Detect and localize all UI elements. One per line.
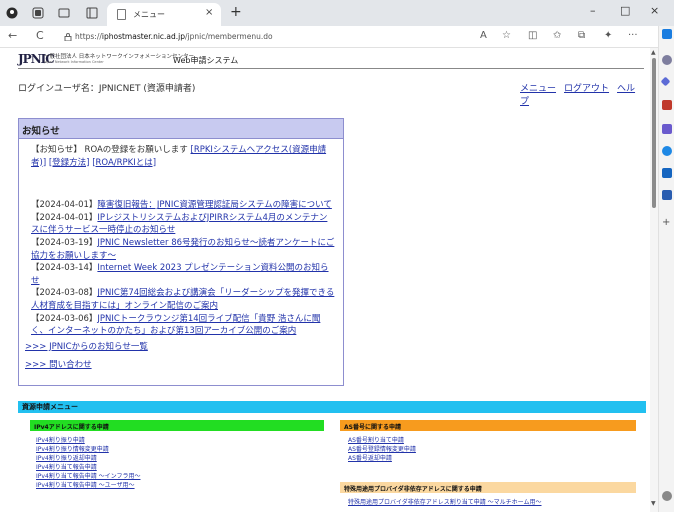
news-list-link[interactable]: >>> JPNICからのお知らせ一覧 — [25, 342, 148, 352]
tab-actions-icon[interactable] — [58, 7, 70, 19]
collections-icon[interactable]: ⧉ — [578, 30, 585, 41]
minimize-button[interactable]: – — [590, 4, 596, 17]
as-link-list: AS番号割り当て申請 AS番号登録情報変更申請 AS番号返却申請 — [348, 436, 416, 463]
news-body: 【お知らせ】 ROAの登録をお願いします [RPKIシステムへアクセス(資源申請… — [19, 139, 343, 372]
scroll-thumb[interactable] — [652, 58, 656, 208]
extensions-icon[interactable]: ✦ — [604, 30, 612, 41]
favorites-icon[interactable]: ✩ — [553, 30, 561, 41]
ipv4-user-report-link[interactable]: IPv4割り当て報告申請 ～ユーザ用～ — [36, 481, 140, 490]
news-box: お知らせ 【お知らせ】 ROAの登録をお願いします [RPKIシステムへアクセス… — [18, 118, 344, 386]
news-title: お知らせ — [19, 119, 343, 139]
org-name: 一般社団法人 日本ネットワークインフォメーションセンター — [44, 54, 194, 60]
scroll-up-icon[interactable]: ▲ — [651, 49, 656, 56]
ipv4-section-title: IPv4アドレスに関する申請 — [30, 420, 324, 431]
inquiry-link-row: >>> 問い合わせ — [25, 359, 335, 372]
as-section-title: AS番号に関する申請 — [340, 420, 636, 431]
scroll-down-icon[interactable]: ▼ — [651, 500, 656, 507]
special-section-title: 特殊用途用プロバイダ非依存アドレスに関する申請 — [340, 482, 636, 493]
news-link[interactable]: 障害復旧報告：JPNIC資源管理認証局システムの障害について — [97, 200, 331, 210]
back-button[interactable]: ← — [8, 29, 17, 42]
workspaces-icon[interactable] — [32, 7, 44, 19]
news-item: 【2024-03-08】JPNIC第74回総会および講演会「リーダーシップを発揮… — [25, 287, 335, 312]
profile-icon[interactable] — [6, 7, 18, 19]
add-icon[interactable]: + — [662, 218, 672, 228]
menu-link[interactable]: メニュー — [520, 84, 556, 94]
browser-toolbar: ← C https://iphostmaster.nic.ad.jp/jpnic… — [0, 26, 674, 48]
news-list-link-row: >>> JPNICからのお知らせ一覧 — [25, 341, 335, 354]
as-return-link[interactable]: AS番号返却申請 — [348, 454, 416, 463]
news-date: 【2024-04-01】 — [31, 212, 98, 223]
copilot-icon[interactable] — [662, 29, 672, 39]
app-menu-title: 資源申請メニュー — [18, 401, 646, 413]
outlook-icon[interactable] — [662, 168, 672, 178]
tag-icon[interactable] — [660, 76, 671, 87]
address-bar[interactable]: https://iphostmaster.nic.ad.jp/jpnic/mem… — [75, 29, 515, 45]
login-user: ログインユーザ名：JPNICNET (資源申請者) — [18, 84, 196, 94]
page-scrollbar[interactable]: ▲ ▼ — [650, 48, 658, 512]
org-name-en: Japan Network Information Center — [44, 60, 104, 64]
favorite-star-icon[interactable]: ☆ — [502, 30, 511, 41]
split-screen-icon[interactable]: ◫ — [528, 30, 537, 41]
ipv4-info-change-link[interactable]: IPv4割り振り情報変更申請 — [36, 445, 140, 454]
reload-button[interactable]: C — [36, 29, 44, 42]
news-item: 【2024-04-01】障害復旧報告：JPNIC資源管理認証局システムの障害につ… — [25, 199, 335, 212]
tab-menu[interactable]: メニュー × — [107, 3, 221, 26]
tab-title: メニュー — [133, 10, 165, 19]
notice-text: 【お知らせ】 ROAの登録をお願いします — [31, 145, 191, 155]
vertical-tabs-icon[interactable] — [86, 7, 98, 19]
roa-notice: 【お知らせ】 ROAの登録をお願いします [RPKIシステムへアクセス(資源申請… — [25, 144, 335, 169]
inquiry-link[interactable]: >>> 問い合わせ — [25, 360, 92, 370]
logout-link[interactable]: ログアウト — [564, 84, 609, 94]
news-date: 【2024-03-06】 — [31, 313, 98, 324]
people-icon[interactable] — [662, 124, 672, 134]
registration-method-link[interactable]: [登録方法] — [49, 158, 90, 168]
tools-icon[interactable] — [662, 190, 672, 200]
settings-icon[interactable] — [662, 491, 672, 501]
page-content: JPNIC 一般社団法人 日本ネットワークインフォメーションセンター Japan… — [0, 48, 650, 512]
ipv4-assignment-report-link[interactable]: IPv4割り当て報告申請 — [36, 463, 140, 472]
as-assignment-link[interactable]: AS番号割り当て申請 — [348, 436, 416, 445]
as-info-change-link[interactable]: AS番号登録情報変更申請 — [348, 445, 416, 454]
news-item: 【2024-03-14】Internet Week 2023 プレゼンテーション… — [25, 262, 335, 287]
url-path: /jpnic/membermenu.do — [185, 32, 273, 41]
close-window-button[interactable]: × — [650, 4, 659, 17]
url-host: iphostmaster.nic.ad.jp — [101, 32, 185, 41]
news-date: 【2024-03-19】 — [31, 237, 98, 248]
news-item: 【2024-03-06】JPNICトークラウンジ第14回ライブ配信「貴野 浩さん… — [25, 313, 335, 338]
ipv4-infra-report-link[interactable]: IPv4割り当て報告申請 ～インフラ用～ — [36, 472, 140, 481]
browser-sidebar: + — [658, 26, 674, 512]
url-prefix: https:// — [75, 32, 102, 41]
special-link-list: 特殊用途用プロバイダ非依存アドレス割り当て申請 ～マルチホーム用～ — [348, 498, 542, 507]
new-tab-button[interactable]: + — [230, 3, 242, 21]
news-date: 【2024-03-08】 — [31, 288, 98, 299]
office-icon[interactable] — [662, 146, 672, 156]
close-tab-icon[interactable]: × — [205, 7, 213, 18]
shopping-icon[interactable] — [662, 100, 672, 110]
ipv4-link-list: IPv4割り振り申請 IPv4割り振り情報変更申請 IPv4割り振り返却申請 I… — [36, 436, 140, 490]
browser-titlebar: メニュー × + – □ × — [0, 0, 674, 26]
ipv4-return-link[interactable]: IPv4割り振り返却申請 — [36, 454, 140, 463]
org-block: 一般社団法人 日本ネットワークインフォメーションセンター Japan Netwo… — [44, 52, 194, 64]
lock-icon[interactable] — [64, 33, 72, 41]
page-icon — [117, 9, 126, 20]
multihome-assignment-link[interactable]: 特殊用途用プロバイダ非依存アドレス割り当て申請 ～マルチホーム用～ — [348, 498, 542, 507]
maximize-button[interactable]: □ — [620, 4, 630, 17]
more-menu-icon[interactable]: ··· — [628, 30, 638, 41]
roa-rpki-link[interactable]: [ROA/RPKIとは] — [92, 158, 156, 168]
header-divider — [18, 68, 644, 69]
read-aloud-icon[interactable]: A — [480, 30, 487, 41]
news-date: 【2024-03-14】 — [31, 263, 98, 274]
ipv4-allocation-link[interactable]: IPv4割り振り申請 — [36, 436, 140, 445]
news-item: 【2024-04-01】IPレジストリシステムおよびJPIRRシステム4月のメン… — [25, 212, 335, 237]
news-date: 【2024-04-01】 — [31, 200, 98, 211]
top-nav: メニュー ログアウト ヘルプ — [520, 81, 650, 107]
search-icon[interactable] — [662, 55, 672, 65]
news-item: 【2024-03-19】JPNIC Newsletter 86号発行のお知らせ～… — [25, 237, 335, 262]
system-name: Web申請システム — [173, 56, 239, 65]
